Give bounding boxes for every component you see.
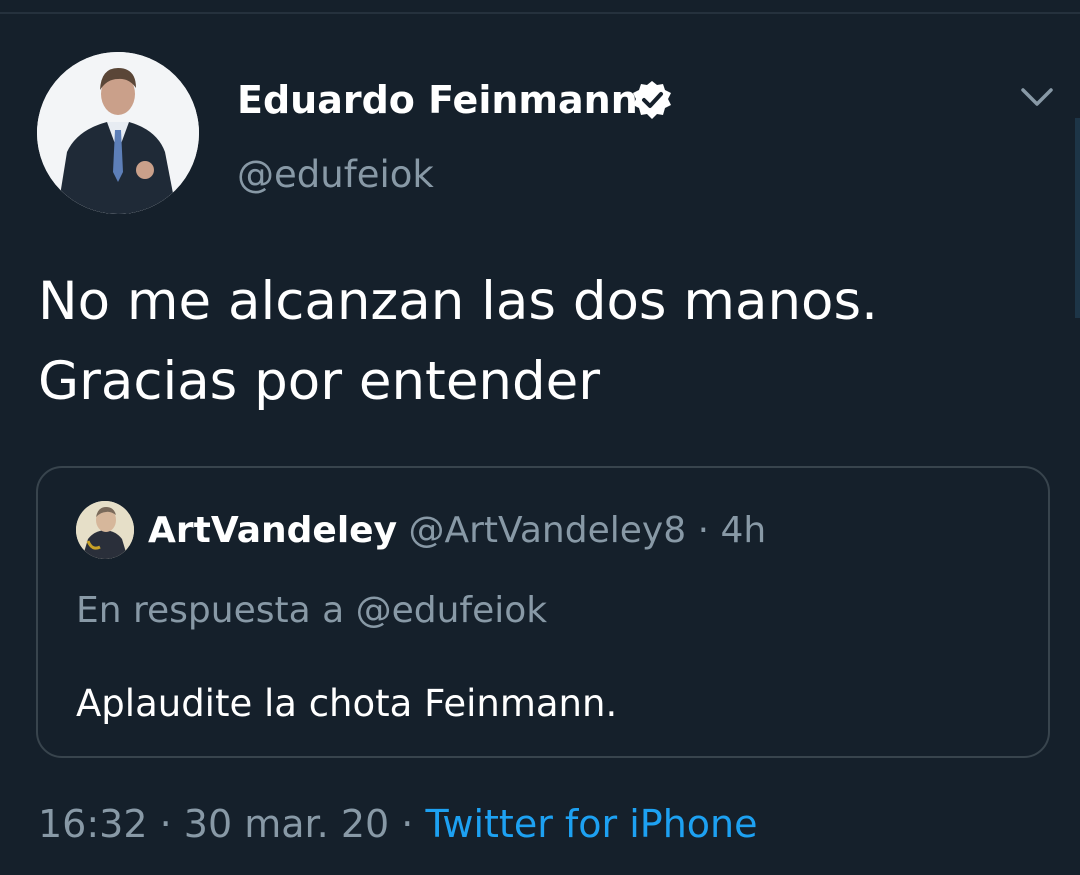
quoted-author-handle[interactable]: @ArtVandeley8 [409, 510, 687, 551]
quoted-tweet-card[interactable]: ArtVandeley @ArtVandeley8 · 4h En respue… [36, 466, 1050, 758]
chevron-down-icon[interactable] [1017, 82, 1057, 112]
tweet-source-link[interactable]: Twitter for iPhone [425, 802, 757, 846]
author-handle[interactable]: @edufeiok [237, 153, 434, 197]
quoted-author-name[interactable]: ArtVandeley [148, 510, 397, 551]
tweet-date[interactable]: 30 mar. 20 [184, 802, 389, 846]
profile-photo-icon [76, 501, 134, 559]
top-divider [0, 12, 1080, 14]
quoted-author-avatar[interactable] [76, 501, 134, 559]
author-avatar[interactable] [37, 52, 199, 214]
separator-dot: · [159, 802, 172, 846]
verified-badge-icon [633, 81, 671, 119]
separator-dot: · [401, 802, 414, 846]
scroll-indicator [1075, 118, 1080, 318]
tweet-time[interactable]: 16:32 [38, 802, 148, 846]
quoted-tweet-header: ArtVandeley @ArtVandeley8 · 4h [148, 508, 766, 554]
separator-dot: · [697, 510, 710, 551]
tweet-text: No me alcanzan las dos manos. Gracias po… [38, 262, 1038, 422]
quoted-tweet-age[interactable]: 4h [720, 510, 766, 551]
reply-context: En respuesta a @edufeiok [76, 590, 548, 631]
tweet-metadata: 16:32 · 30 mar. 20 · Twitter for iPhone [38, 800, 758, 848]
author-name[interactable]: Eduardo Feinmann [237, 78, 638, 122]
profile-photo-icon [37, 52, 199, 214]
tweet-text-line: No me alcanzan las dos manos. [38, 271, 878, 332]
quoted-tweet-text: Aplaudite la chota Feinmann. [76, 682, 618, 725]
tweet-text-line: Gracias por entender [38, 351, 601, 412]
